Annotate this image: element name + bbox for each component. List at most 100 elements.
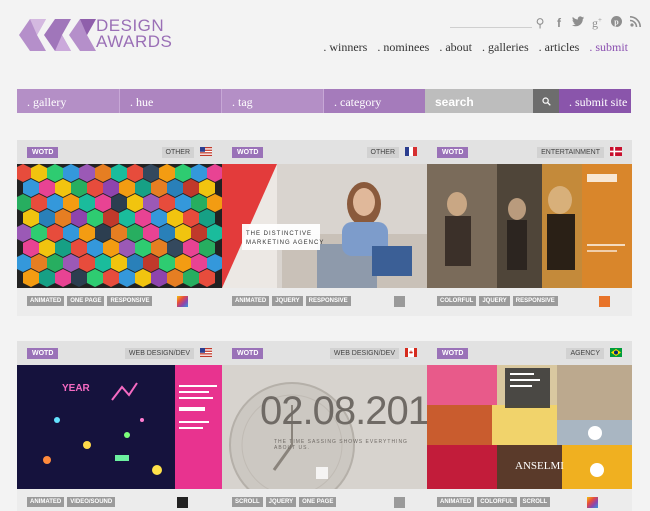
tag-item[interactable]: RESPONSIVE <box>305 296 351 306</box>
site-card[interactable]: WOTD ENTERTAINMENT COLORFUL JQUERY RESPO… <box>427 140 632 316</box>
tag-item[interactable]: SCROLL <box>519 497 551 507</box>
category-label[interactable]: WEB DESIGN/DEV <box>329 348 399 359</box>
submit-site-button[interactable]: . submit site <box>559 89 631 113</box>
tag-item[interactable]: ONE PAGE <box>299 497 337 507</box>
tag-item[interactable]: VIDEO/SOUND <box>67 497 116 507</box>
hexagon-grid-image <box>17 164 222 287</box>
site-card[interactable]: WOTD OTHER THE DISTINCTIVE MARKETING AGE… <box>222 140 427 316</box>
color-swatch[interactable] <box>177 497 188 508</box>
wotd-badge: WOTD <box>437 348 469 359</box>
tag-list: ANIMATED ONE PAGE RESPONSIVE <box>27 296 153 306</box>
nav-winners[interactable]: . winners <box>323 40 367 55</box>
site-card[interactable]: WOTD AGENCY ANSELMI ANIMATED COLORFUL SC… <box>427 341 632 511</box>
card-footer: ANIMATED COLORFUL SCROLL <box>427 489 632 511</box>
site-screenshot[interactable]: THE DISTINCTIVE MARKETING AGENCY <box>222 164 427 288</box>
card-header: WOTD AGENCY <box>427 341 632 365</box>
filter-gallery[interactable]: . gallery <box>17 89 119 113</box>
pinterest-icon[interactable]: p <box>610 16 622 31</box>
svg-text:YEAR: YEAR <box>62 383 91 394</box>
site-card[interactable]: WOTD WEB DESIGN/DEV YEAR ANIMATED VIDEO/… <box>17 341 222 511</box>
filter-category[interactable]: . category <box>323 89 425 113</box>
nav-articles[interactable]: . articles <box>539 40 580 55</box>
search-icon <box>541 97 551 106</box>
site-screenshot[interactable]: 02.08.2014 THE TIME SASSING SHOWS EVERYT… <box>222 365 427 489</box>
site-screenshot[interactable] <box>427 164 632 288</box>
tag-item[interactable]: RESPONSIVE <box>512 296 558 306</box>
main-nav: . winners . nominees . about . galleries… <box>323 40 628 55</box>
tag-list: ANIMATED COLORFUL SCROLL <box>437 497 551 507</box>
nav-nominees[interactable]: . nominees <box>377 40 429 55</box>
color-swatch[interactable] <box>394 497 405 508</box>
br-flag-icon <box>610 348 622 357</box>
tag-item[interactable]: ANIMATED <box>27 296 65 306</box>
tag-item[interactable]: JQUERY <box>272 296 303 306</box>
card-header: WOTD WEB DESIGN/DEV <box>222 341 427 365</box>
rss-icon[interactable] <box>629 16 641 31</box>
nav-galleries[interactable]: . galleries <box>482 40 529 55</box>
nav-about[interactable]: . about <box>439 40 472 55</box>
card-footer: ANIMATED ONE PAGE RESPONSIVE <box>17 288 222 316</box>
tag-item[interactable]: COLORFUL <box>437 296 477 306</box>
wotd-badge: WOTD <box>232 147 264 158</box>
category-label[interactable]: WEB DESIGN/DEV <box>124 348 194 359</box>
shot-date: 02.08.2014 <box>260 389 427 433</box>
site-screenshot[interactable]: YEAR <box>17 365 222 489</box>
tag-list: SCROLL JQUERY ONE PAGE <box>232 497 337 507</box>
card-footer: ANIMATED JQUERY RESPONSIVE <box>222 288 427 316</box>
tag-item[interactable]: ANIMATED <box>27 497 65 507</box>
category-label[interactable]: ENTERTAINMENT <box>537 147 604 158</box>
color-swatch[interactable] <box>177 296 188 307</box>
logo-text: DESIGN AWARDS <box>96 17 173 51</box>
card-footer: ANIMATED VIDEO/SOUND <box>17 489 222 511</box>
tag-item[interactable]: COLORFUL <box>477 497 517 507</box>
card-footer: COLORFUL JQUERY RESPONSIVE <box>427 288 632 316</box>
tag-item[interactable]: JQUERY <box>265 497 297 507</box>
us-flag-icon <box>200 348 212 357</box>
tag-item[interactable]: ANIMATED <box>437 497 475 507</box>
svg-text:p: p <box>614 18 619 27</box>
shot-tagline: THE TIME SASSING SHOWS EVERYTHING ABOUT … <box>274 439 408 451</box>
search-button[interactable] <box>533 89 559 113</box>
facebook-icon[interactable]: f <box>553 16 565 31</box>
nav-submit[interactable]: . submit <box>589 40 628 55</box>
wotd-badge: WOTD <box>27 348 59 359</box>
google-plus-icon[interactable]: g+ <box>591 16 603 31</box>
card-header: WOTD OTHER <box>222 140 427 164</box>
color-swatch[interactable] <box>587 497 598 508</box>
tag-item[interactable]: ANIMATED <box>232 296 270 306</box>
filter-tag[interactable]: . tag <box>221 89 323 113</box>
search-icon[interactable]: ⚲ <box>534 16 546 31</box>
social-icons: ⚲ f g+ p <box>534 16 641 31</box>
tag-list: COLORFUL JQUERY RESPONSIVE <box>437 296 558 306</box>
fr-flag-icon <box>405 147 417 156</box>
shot-brand: ANSELMI <box>515 460 564 472</box>
tag-list: ANIMATED JQUERY RESPONSIVE <box>232 296 351 306</box>
site-screenshot[interactable]: ANSELMI <box>427 365 632 489</box>
tag-item[interactable]: JQUERY <box>479 296 510 306</box>
category-label[interactable]: OTHER <box>161 147 194 158</box>
shot-caption-line: THE DISTINCTIVE <box>246 231 313 237</box>
site-card[interactable]: WOTD OTHER ANIMATED ONE PAGE RESPONSIVE <box>17 140 222 316</box>
twitter-icon[interactable] <box>572 16 584 31</box>
filter-hue[interactable]: . hue <box>119 89 221 113</box>
wotd-badge: WOTD <box>437 147 469 158</box>
header-search-input[interactable] <box>450 22 532 28</box>
tag-item[interactable]: ONE PAGE <box>67 296 105 306</box>
ca-flag-icon <box>405 348 417 357</box>
color-swatch[interactable] <box>394 296 405 307</box>
site-screenshot[interactable] <box>17 164 222 288</box>
category-label[interactable]: OTHER <box>366 147 399 158</box>
wotd-badge: WOTD <box>232 348 264 359</box>
search-input[interactable]: search <box>425 89 533 113</box>
tag-item[interactable]: SCROLL <box>232 497 263 507</box>
category-label[interactable]: AGENCY <box>566 348 604 359</box>
card-footer: SCROLL JQUERY ONE PAGE <box>222 489 427 511</box>
color-swatch[interactable] <box>599 296 610 307</box>
agency-photo-image <box>222 164 427 288</box>
tag-item[interactable]: RESPONSIVE <box>107 296 153 306</box>
site-card[interactable]: WOTD WEB DESIGN/DEV 02.08.2014 THE TIME … <box>222 341 427 511</box>
tag-list: ANIMATED VIDEO/SOUND <box>27 497 116 507</box>
logo-line-2: AWARDS <box>96 32 173 51</box>
filter-bar: . gallery . hue . tag . category search … <box>17 89 631 113</box>
theater-collage-image <box>427 164 632 288</box>
